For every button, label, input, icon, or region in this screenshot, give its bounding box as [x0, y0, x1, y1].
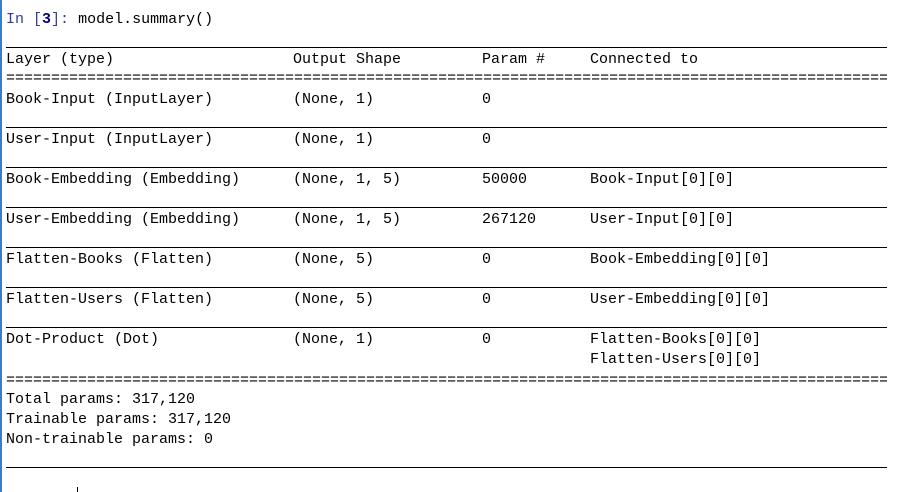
double-divider: ========================================… [6, 372, 887, 389]
input-prompt: In [3]: model.summary() [6, 11, 214, 28]
divider [6, 47, 887, 48]
connected-to: User-Embedding[0][0] [590, 291, 771, 308]
text-cursor [77, 487, 78, 492]
connected-to: User-Input[0][0] [590, 211, 735, 228]
output-shape: (None, 5) [293, 251, 375, 268]
output-shape: (None, 1, 5) [293, 211, 402, 228]
layer-name: Dot-Product (Dot) [6, 331, 160, 348]
divider [6, 467, 887, 468]
row-divider [6, 287, 887, 288]
param-count: 0 [482, 91, 492, 108]
non-trainable-params: Non-trainable params: 0 [6, 431, 214, 448]
output-shape: (None, 1) [293, 131, 375, 148]
connected-to: Flatten-Books[0][0] [590, 331, 762, 348]
layer-name: Book-Embedding (Embedding) [6, 171, 241, 188]
output-shape: (None, 1) [293, 91, 375, 108]
cell-selection-bar [0, 0, 2, 492]
row-divider [6, 327, 887, 328]
row-divider [6, 127, 887, 128]
param-count: 0 [482, 131, 492, 148]
header-params: Param # [482, 51, 546, 68]
output-shape: (None, 5) [293, 291, 375, 308]
param-count: 0 [482, 251, 492, 268]
param-count: 0 [482, 331, 492, 348]
row-divider [6, 247, 887, 248]
layer-name: Flatten-Users (Flatten) [6, 291, 214, 308]
layer-name: User-Embedding (Embedding) [6, 211, 241, 228]
output-shape: (None, 1, 5) [293, 171, 402, 188]
row-divider [6, 207, 887, 208]
header-output-shape: Output Shape [293, 51, 402, 68]
total-params: Total params: 317,120 [6, 391, 196, 408]
prompt-label: In [6, 11, 25, 28]
connected-to: Book-Embedding[0][0] [590, 251, 771, 268]
double-divider: ========================================… [6, 70, 887, 87]
param-count: 50000 [482, 171, 528, 188]
connected-to: Book-Input[0][0] [590, 171, 735, 188]
header-connected: Connected to [590, 51, 699, 68]
output-shape: (None, 1) [293, 331, 375, 348]
header-layer: Layer (type) [6, 51, 115, 68]
layer-name: Flatten-Books (Flatten) [6, 251, 214, 268]
connected-to: Flatten-Users[0][0] [590, 351, 762, 368]
layer-name: User-Input (InputLayer) [6, 131, 214, 148]
prompt-number: 3 [42, 11, 52, 28]
param-count: 267120 [482, 211, 537, 228]
row-divider [6, 167, 887, 168]
trainable-params: Trainable params: 317,120 [6, 411, 232, 428]
param-count: 0 [482, 291, 492, 308]
layer-name: Book-Input (InputLayer) [6, 91, 214, 108]
code-input[interactable]: model.summary() [78, 11, 213, 28]
